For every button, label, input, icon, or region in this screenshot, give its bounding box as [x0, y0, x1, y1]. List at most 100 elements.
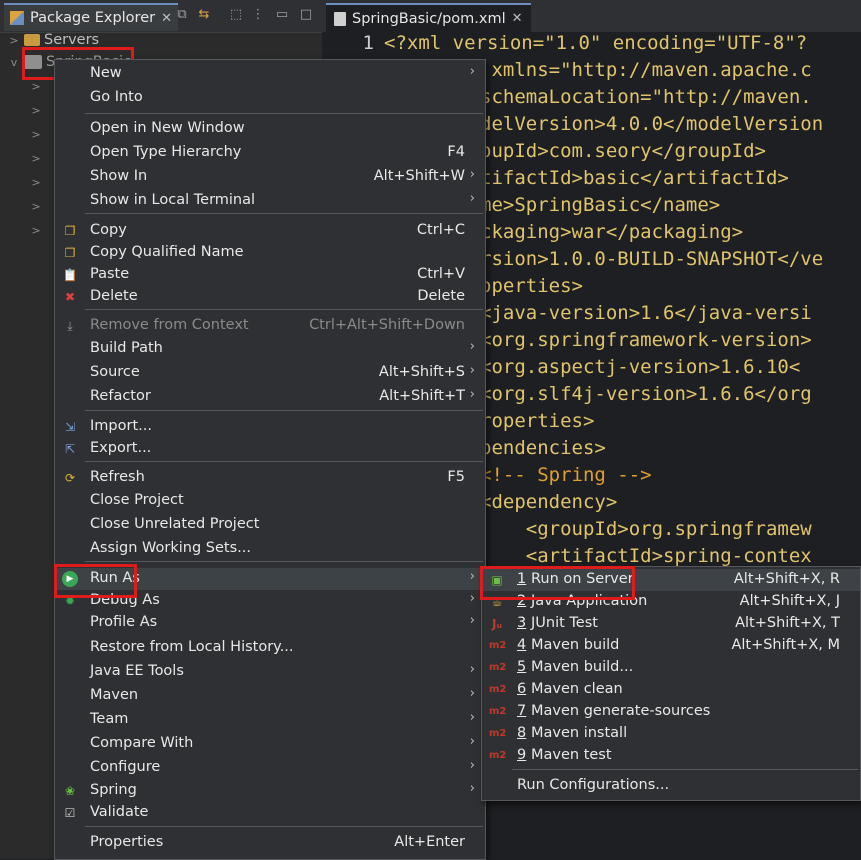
menu-item-go-into[interactable]: Go Into — [55, 87, 485, 109]
menu-item-export[interactable]: ⇱ Export... — [55, 438, 485, 460]
menu-item-number: 5 — [517, 659, 527, 675]
package-explorer-tab[interactable]: Package Explorer ✕ — [4, 3, 178, 31]
chevron-right-icon[interactable]: > — [30, 104, 42, 117]
menu-item-maven[interactable]: Maven › — [55, 685, 485, 707]
maximize-icon[interactable]: □ — [298, 7, 314, 23]
menu-item-number: 2 — [517, 593, 527, 609]
code-text: ckaging>war</packaging> — [480, 221, 744, 243]
menu-item-label: Restore from Local History... — [90, 639, 294, 655]
close-tab-icon[interactable]: ✕ — [512, 11, 523, 26]
menu-item-new[interactable]: New › — [55, 63, 485, 85]
submenu-arrow-icon: › — [469, 734, 475, 749]
menu-item-properties[interactable]: Properties Alt+Enter — [55, 832, 485, 854]
link-with-editor-icon[interactable]: ⇆ — [196, 7, 212, 23]
menu-item-label: Remove from Context — [90, 317, 249, 333]
remove-context-icon: ⤓ — [67, 319, 73, 333]
chevron-down-icon[interactable]: v — [8, 56, 20, 69]
submenu-arrow-icon: › — [469, 64, 475, 79]
run-as-item-run-configurations[interactable]: Run Configurations... — [482, 775, 860, 797]
code-text: pendencies> — [480, 437, 606, 459]
menu-item-compare-with[interactable]: Compare With › — [55, 733, 485, 755]
chevron-right-icon[interactable]: > — [30, 200, 42, 213]
menu-item-refactor[interactable]: Refactor Alt+Shift+T › — [55, 386, 485, 408]
menu-item-build-path[interactable]: Build Path › — [55, 338, 485, 360]
run-as-item-maven-build[interactable]: m2 5 Maven build... — [482, 657, 860, 679]
menu-item-label: Java EE Tools — [90, 663, 184, 679]
menu-item-copy[interactable]: ❐ Copy Ctrl+C — [55, 220, 485, 242]
menu-item-label: Import... — [90, 418, 152, 434]
menu-item-run-as[interactable]: ▶ Run As › — [55, 568, 485, 590]
menu-item-import[interactable]: ⇲ Import... — [55, 416, 485, 438]
menu-item-label: Show in Local Terminal — [90, 192, 256, 208]
code-text: oupId>com.seory</groupId> — [480, 140, 766, 162]
code-line[interactable]: 1 <?xml version="1.0" encoding="UTF-8"? — [322, 30, 861, 57]
menu-item-close-unrelated-project[interactable]: Close Unrelated Project — [55, 514, 485, 536]
code-text: <dependency> — [480, 491, 618, 513]
run-as-item-maven-install[interactable]: m2 8 Maven install — [482, 723, 860, 745]
chevron-right-icon[interactable]: > — [30, 176, 42, 189]
menu-item-label: Profile As — [90, 614, 158, 630]
menu-item-label: Assign Working Sets... — [90, 540, 252, 556]
menu-item-number: 4 — [517, 637, 527, 653]
menu-item-show-in[interactable]: Show In Alt+Shift+W › — [55, 166, 485, 188]
menu-item-validate[interactable]: ☑ Validate — [55, 802, 485, 824]
menu-item-debug-as[interactable]: ✹ Debug As › — [55, 590, 485, 612]
menu-item-paste[interactable]: 📋 Paste Ctrl+V — [55, 264, 485, 286]
menu-item-configure[interactable]: Configure › — [55, 757, 485, 779]
validate-icon: ☑ — [64, 806, 76, 820]
menu-item-shortcut: Alt+Shift+X, T — [735, 615, 840, 631]
view-menu-icon[interactable]: ⋮ — [250, 7, 266, 23]
menu-item-label: Properties — [90, 834, 164, 850]
menu-item-profile-as[interactable]: Profile As › — [55, 612, 485, 634]
code-text: <org.springframework-version> — [480, 329, 812, 351]
menu-separator — [85, 561, 483, 562]
chevron-right-icon[interactable]: > — [30, 80, 42, 93]
pom-xml-tab[interactable]: SpringBasic/pom.xml ✕ — [326, 3, 531, 32]
focus-icon[interactable]: ⬚ — [228, 7, 244, 23]
menu-item-copy-qualified-name[interactable]: ❐ Copy Qualified Name — [55, 242, 485, 264]
chevron-right-icon[interactable]: > — [8, 34, 20, 47]
collapse-all-icon[interactable]: ⧉ — [174, 7, 190, 23]
menu-item-number: 9 — [517, 747, 527, 763]
menu-item-number: 1 — [517, 571, 527, 587]
copy-qualified-icon: ❐ — [64, 246, 76, 260]
run-as-item-maven-test[interactable]: m2 9 Maven test — [482, 745, 860, 767]
run-as-item-maven-build[interactable]: m2 4 Maven build Alt+Shift+X, M — [482, 635, 860, 657]
run-as-item-maven-clean[interactable]: m2 6 Maven clean — [482, 679, 860, 701]
run-as-item-run-on-server[interactable]: ▣ 1 Run on Server Alt+Shift+X, R — [482, 569, 860, 591]
run-as-item-junit-test[interactable]: Jᵤ 3 JUnit Test Alt+Shift+X, T — [482, 613, 860, 635]
menu-item-delete[interactable]: ✖ Delete Delete — [55, 286, 485, 308]
minimize-icon[interactable]: ▭ — [274, 7, 290, 23]
menu-item-restore-from-local-history[interactable]: Restore from Local History... — [55, 637, 485, 659]
menu-item-label: JUnit Test — [531, 615, 598, 631]
menu-item-close-project[interactable]: Close Project — [55, 490, 485, 512]
menu-item-label: Maven — [90, 687, 139, 703]
menu-item-team[interactable]: Team › — [55, 709, 485, 731]
menu-item-remove-from-context: ⤓ Remove from Context Ctrl+Alt+Shift+Down — [55, 315, 485, 337]
run-as-item-maven-generate-sources[interactable]: m2 7 Maven generate-sources — [482, 701, 860, 723]
code-text: <?xml version="1.0" encoding="UTF-8"? — [384, 32, 808, 54]
run-as-item-java-application[interactable]: ☕ 2 Java Application Alt+Shift+X, J — [482, 591, 860, 613]
menu-item-open-in-new-window[interactable]: Open in New Window — [55, 118, 485, 140]
menu-item-open-type-hierarchy[interactable]: Open Type Hierarchy F4 — [55, 142, 485, 164]
close-tab-icon[interactable]: ✕ — [161, 11, 172, 26]
tree-item-servers[interactable]: > Servers — [8, 29, 99, 51]
menu-item-refresh[interactable]: ⟳ Refresh F5 — [55, 467, 485, 489]
menu-item-spring[interactable]: ❀ Spring › — [55, 780, 485, 802]
menu-item-source[interactable]: Source Alt+Shift+S › — [55, 362, 485, 384]
menu-separator — [85, 461, 483, 462]
menu-item-shortcut: Alt+Shift+X, M — [731, 637, 840, 653]
menu-item-shortcut: Delete — [417, 288, 465, 304]
chevron-right-icon[interactable]: > — [30, 224, 42, 237]
chevron-right-icon[interactable]: > — [30, 152, 42, 165]
code-text: <org.aspectj-version>1.6.10< — [480, 356, 801, 378]
code-text: operties> — [480, 275, 583, 297]
chevron-right-icon[interactable]: > — [30, 128, 42, 141]
menu-item-label: Copy — [90, 222, 127, 238]
menu-item-show-in-local-terminal[interactable]: Show in Local Terminal › — [55, 190, 485, 212]
submenu-arrow-icon: › — [469, 662, 475, 677]
menu-separator — [85, 213, 483, 214]
menu-item-java-ee-tools[interactable]: Java EE Tools › — [55, 661, 485, 683]
menu-item-assign-working-sets[interactable]: Assign Working Sets... — [55, 538, 485, 560]
maven-icon: m2 — [489, 662, 507, 673]
